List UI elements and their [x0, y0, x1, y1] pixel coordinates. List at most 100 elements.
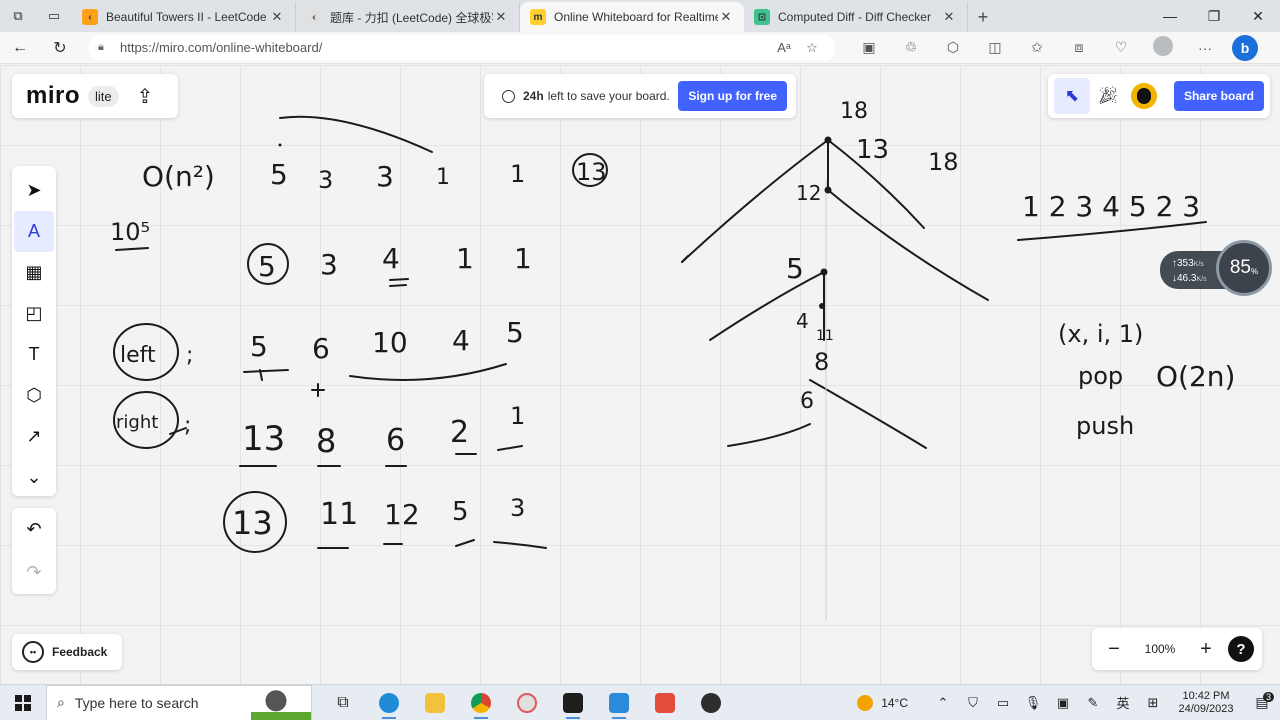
display-icon[interactable]: ▣ — [1048, 695, 1078, 711]
search-highlight-gorilla-icon — [259, 687, 293, 720]
tab-close-icon[interactable]: ✕ — [718, 9, 734, 25]
snipping-tool-icon[interactable] — [504, 685, 550, 720]
board-tree-top: 18 — [840, 99, 868, 124]
vscode-taskbar-icon[interactable] — [596, 685, 642, 720]
board-row2-cell: 4 — [382, 242, 400, 275]
workspaces-icon[interactable]: ⧉ — [0, 0, 36, 32]
back-button[interactable]: ← — [0, 32, 40, 64]
templates-icon[interactable]: ▦ — [12, 252, 56, 293]
undo-icon[interactable]: ↶ — [12, 508, 56, 551]
memory-percent-gauge: 85% — [1216, 240, 1272, 296]
extensions-puzzle-icon[interactable]: ⬡ — [932, 39, 974, 56]
board-sum-cell: 12 — [384, 498, 420, 531]
stroke-arc-top — [279, 115, 433, 153]
sticky-note-icon[interactable]: ◰ — [12, 293, 56, 334]
browser-tab[interactable]: ‹ 题库 - 力扣 (LeetCode) 全球极客 ✕ — [296, 2, 520, 32]
miro-logo[interactable]: miro — [26, 82, 80, 110]
help-icon[interactable]: ? — [1228, 636, 1254, 662]
notification-center-icon[interactable]: ▤ 3 — [1244, 692, 1280, 711]
board-right-cell: 2 — [450, 415, 469, 450]
pen-menu-icon[interactable]: ✎ — [1078, 695, 1108, 711]
tab-title: 题库 - 力扣 (LeetCode) 全球极客 — [330, 10, 493, 25]
tree-node-dot — [820, 268, 828, 276]
network-speed-widget: ↑353K/s ↓46.3K/s 85% — [1160, 240, 1272, 300]
taskbar-search[interactable]: ⌕ Type here to search — [46, 684, 312, 720]
upload-speed: 353 — [1177, 258, 1194, 269]
terminal-taskbar-icon[interactable] — [550, 685, 596, 720]
cursor-pointer-icon[interactable]: ⬉ — [1054, 78, 1090, 114]
board-tree-18: 18 — [928, 148, 959, 176]
zoom-out-button[interactable]: − — [1100, 638, 1128, 661]
board-left-cell: 5 — [506, 316, 524, 349]
restore-button[interactable]: ❐ — [1192, 0, 1236, 32]
feedback-label: Feedback — [52, 645, 108, 659]
browser-tab[interactable]: ⊡ Computed Diff - Diff Checker ✕ — [744, 2, 968, 32]
zoom-level[interactable]: 100% — [1128, 642, 1192, 656]
whiteboard-canvas[interactable]: O(n²) 10⁵ 5 3 3 1 1 13 5 3 4 1 1 left ; … — [0, 65, 1280, 685]
download-unit: K/s — [1196, 276, 1207, 283]
app-dark-taskbar-icon[interactable] — [688, 685, 734, 720]
miro-brand-panel: miro lite ⇪ — [12, 74, 178, 118]
more-menu-icon[interactable]: ··· — [1184, 40, 1226, 56]
read-aloud-icon[interactable]: Aᵃ — [770, 40, 798, 55]
favorite-star-icon[interactable]: ☆ — [798, 40, 826, 56]
board-row2-cell: 5 — [258, 250, 276, 283]
file-explorer-icon[interactable] — [412, 685, 458, 720]
zoom-in-button[interactable]: + — [1192, 638, 1220, 661]
taskbar-clock[interactable]: 10:42 PM 24/09/2023 — [1168, 690, 1244, 716]
battery-icon[interactable]: ▭ — [988, 695, 1018, 711]
collections-icon[interactable]: ⧈ — [1058, 39, 1100, 56]
tab-actions-icon[interactable]: ▭ — [36, 0, 72, 32]
more-tools-icon[interactable]: ⌄ — [12, 457, 56, 498]
redo-icon[interactable]: ↷ — [12, 551, 56, 594]
extension-icon[interactable]: ▣ — [848, 39, 890, 56]
board-right-cell: 6 — [386, 423, 405, 458]
browser-tab[interactable]: m Online Whiteboard for Realtime ✕ — [520, 2, 744, 32]
share-board-button[interactable]: Share board — [1173, 81, 1264, 111]
browser-essentials-icon[interactable]: ♡ — [1100, 39, 1142, 56]
browser-tab[interactable]: ‹ Beautiful Towers II - LeetCode ✕ — [72, 2, 296, 32]
board-top-right-controls: ⬉ 🎉︎ Share board — [1048, 74, 1270, 118]
ime-language[interactable]: 英 — [1108, 693, 1138, 712]
celebrate-icon[interactable]: 🎉︎ — [1090, 78, 1126, 114]
board-left-cell: 10 — [372, 326, 408, 359]
tab-close-icon[interactable]: ✕ — [493, 9, 509, 25]
shapes-icon[interactable]: ⬡ — [12, 375, 56, 416]
feedback-button[interactable]: •• Feedback — [12, 634, 122, 670]
ime-mode-icon[interactable]: ⊞ — [1138, 695, 1168, 711]
minimize-button[interactable]: — — [1148, 0, 1192, 32]
new-tab-button[interactable]: + — [968, 2, 998, 32]
chrome-taskbar-icon[interactable] — [458, 685, 504, 720]
url-bar[interactable]: 🔒︎ https://miro.com/online-whiteboard/ A… — [88, 34, 836, 61]
app-red-taskbar-icon[interactable] — [642, 685, 688, 720]
performance-icon[interactable]: ♲ — [890, 39, 932, 56]
edge-taskbar-icon[interactable] — [366, 685, 412, 720]
pen-tool-icon[interactable]: A — [14, 211, 54, 252]
tab-close-icon[interactable]: ✕ — [269, 9, 285, 25]
board-row1-cell: 1 — [436, 165, 450, 190]
security-shield-icon[interactable]: ⛉ — [958, 695, 988, 711]
favorites-icon[interactable]: ✩ — [1016, 39, 1058, 56]
stroke-tree-bottom-left — [727, 423, 811, 447]
split-screen-icon[interactable]: ◫ — [974, 39, 1016, 56]
export-upload-icon[interactable]: ⇪ — [137, 84, 154, 109]
microphone-icon[interactable]: 🎙︎ — [1018, 695, 1048, 711]
tab-close-icon[interactable]: ✕ — [941, 9, 957, 25]
board-sequence: 1 2 3 4 5 2 3 — [1022, 190, 1200, 223]
connection-line-icon[interactable]: ↗ — [12, 416, 56, 457]
user-avatar[interactable] — [1131, 83, 1157, 109]
text-tool-icon[interactable]: T — [12, 334, 56, 375]
task-view-icon[interactable]: ⧉ — [320, 685, 366, 720]
refresh-button[interactable]: ↻ — [40, 32, 80, 64]
tab-favicon-icon: ‹ — [306, 9, 322, 25]
window-controls: — ❐ ✕ — [1148, 0, 1280, 32]
profile-avatar[interactable] — [1142, 36, 1184, 59]
select-tool-icon[interactable]: ➤ — [12, 170, 56, 211]
sign-up-button[interactable]: Sign up for free — [678, 81, 787, 111]
stroke-tree-arrow — [681, 255, 689, 263]
tray-chevron-up-icon[interactable]: ⌃ — [928, 695, 958, 711]
weather-widget[interactable]: 14°C — [857, 694, 908, 711]
start-button[interactable] — [0, 685, 46, 720]
copilot-icon[interactable]: b — [1232, 34, 1258, 61]
close-window-button[interactable]: ✕ — [1236, 0, 1280, 32]
